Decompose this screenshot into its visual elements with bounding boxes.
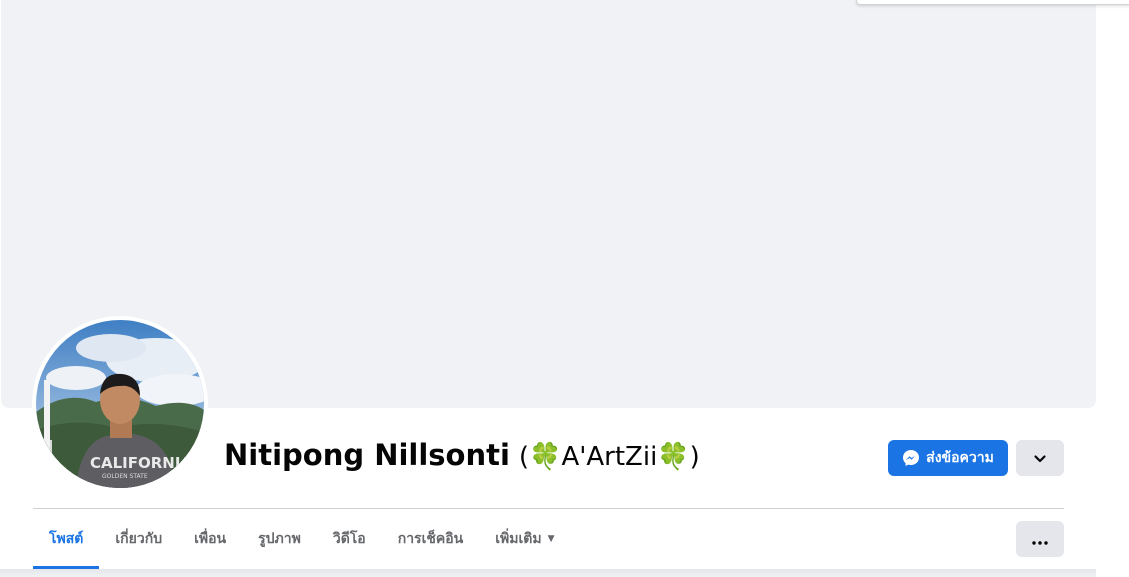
- tab-label: โพสต์: [49, 531, 84, 547]
- tab-posts[interactable]: โพสต์: [33, 509, 100, 569]
- svg-text:CALIFORNIA: CALIFORNIA: [90, 454, 192, 472]
- profile-name: Nitipong Nillsonti: [224, 438, 510, 472]
- profile-picture[interactable]: CALIFORNIA GOLDEN STATE: [36, 320, 204, 488]
- more-options-button[interactable]: [1016, 521, 1064, 557]
- tab-check-ins[interactable]: การเช็คอิน: [382, 509, 480, 569]
- messenger-icon: [902, 449, 920, 467]
- svg-text:GOLDEN STATE: GOLDEN STATE: [102, 473, 148, 480]
- profile-tabs: โพสต์ เกี่ยวกับ เพื่อน รูปภาพ วิดีโอ การ…: [33, 509, 571, 569]
- chevron-down-icon: [1033, 449, 1047, 468]
- page-right-gutter: [1096, 0, 1129, 577]
- profile-picture-image: CALIFORNIA GOLDEN STATE: [36, 320, 204, 488]
- caret-down-icon: ▼: [547, 534, 555, 544]
- popup-edge: [856, 0, 1129, 5]
- tab-label: เกี่ยวกับ: [115, 531, 163, 547]
- tab-label: เพื่อน: [194, 531, 227, 547]
- tab-about[interactable]: เกี่ยวกับ: [99, 509, 178, 569]
- send-message-label: ส่งข้อความ: [926, 450, 994, 466]
- tab-photos[interactable]: รูปภาพ: [242, 509, 317, 569]
- tab-more[interactable]: เพิ่มเติม ▼: [479, 509, 570, 569]
- ellipsis-icon: [1032, 530, 1048, 549]
- tab-label: วิดีโอ: [332, 531, 366, 547]
- profile-options-dropdown-button[interactable]: [1016, 440, 1064, 476]
- section-shadow: [0, 569, 1096, 577]
- tab-friends[interactable]: เพื่อน: [178, 509, 242, 569]
- profile-alternate-name: (🍀A'ArtZii🍀): [518, 442, 700, 472]
- send-message-button[interactable]: ส่งข้อความ: [888, 440, 1008, 476]
- tab-label: เพิ่มเติม: [495, 531, 542, 547]
- profile-name-line: Nitipong Nillsonti (🍀A'ArtZii🍀): [224, 438, 700, 480]
- tab-label: การเช็คอิน: [397, 531, 464, 547]
- profile-page: CALIFORNIA GOLDEN STATE Nitipong Nillson…: [0, 0, 1129, 577]
- profile-picture-frame[interactable]: CALIFORNIA GOLDEN STATE: [32, 316, 208, 492]
- tab-videos[interactable]: วิดีโอ: [317, 509, 382, 569]
- tab-label: รูปภาพ: [258, 531, 301, 547]
